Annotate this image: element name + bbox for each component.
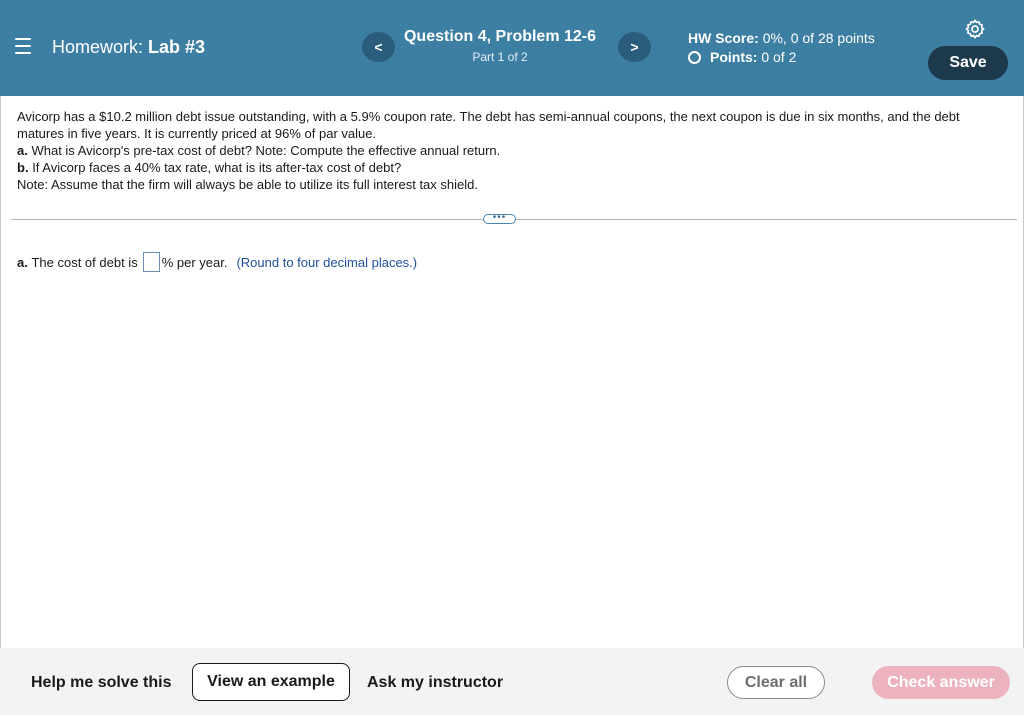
hw-score-value: 0%, 0 of 28 points bbox=[762, 30, 875, 46]
previous-question-button[interactable]: < bbox=[362, 32, 395, 62]
part-a-question: a. What is Avicorp's pre-tax cost of deb… bbox=[17, 142, 1007, 159]
clear-all-button[interactable]: Clear all bbox=[727, 666, 825, 699]
homework-title: Homework: Lab #3 bbox=[52, 37, 205, 58]
menu-icon[interactable] bbox=[15, 38, 31, 54]
points-value: 0 of 2 bbox=[761, 49, 797, 65]
question-info: Question 4, Problem 12-6 Part 1 of 2 bbox=[400, 28, 600, 64]
footer-bar: Help me solve this View an example Ask m… bbox=[0, 648, 1024, 715]
part-a-prefix: a. bbox=[17, 143, 28, 158]
view-example-button[interactable]: View an example bbox=[192, 663, 350, 701]
next-question-button[interactable]: > bbox=[618, 32, 651, 62]
part-b-text: If Avicorp faces a 40% tax rate, what is… bbox=[32, 160, 402, 175]
answer-prefix: a. bbox=[17, 254, 28, 270]
chevron-left-icon: < bbox=[374, 39, 383, 55]
question-title: Question 4, Problem 12-6 bbox=[403, 28, 597, 45]
cost-of-debt-input[interactable] bbox=[142, 252, 160, 272]
header-bar: Homework: Lab #3 < Question 4, Problem 12… bbox=[0, 0, 1024, 96]
menu-line bbox=[15, 52, 31, 54]
answer-text-before: The cost of debt is bbox=[31, 254, 138, 270]
gear-icon[interactable] bbox=[964, 18, 986, 40]
check-answer-button[interactable]: Check answer bbox=[872, 666, 1010, 699]
chevron-right-icon: > bbox=[630, 39, 639, 55]
homework-name: Lab #3 bbox=[148, 37, 206, 57]
ask-instructor-link[interactable]: Ask my instructor bbox=[367, 674, 503, 692]
rounding-hint: (Round to four decimal places.) bbox=[236, 254, 418, 270]
problem-intro: Avicorp has a $10.2 million debt issue o… bbox=[17, 109, 960, 141]
part-a-text: What is Avicorp's pre-tax cost of debt? … bbox=[31, 143, 501, 158]
score-info: HW Score: 0%, 0 of 28 points Points: 0 o… bbox=[688, 30, 875, 65]
expand-more-button[interactable]: ••• bbox=[483, 213, 516, 224]
points-label: Points: bbox=[710, 49, 758, 65]
radio-circle-icon bbox=[688, 50, 701, 64]
part-b-question: b. If Avicorp faces a 40% tax rate, what… bbox=[17, 159, 1007, 176]
hw-score: HW Score: 0%, 0 of 28 points bbox=[688, 30, 875, 46]
homework-label: Homework: bbox=[52, 37, 144, 57]
points: Points: 0 of 2 bbox=[688, 49, 875, 65]
save-button[interactable]: Save bbox=[928, 46, 1008, 80]
problem-note: Note: Assume that the firm will always b… bbox=[17, 177, 478, 192]
help-me-solve-link[interactable]: Help me solve this bbox=[31, 674, 172, 692]
answer-line: a. The cost of debt is % per year. (Roun… bbox=[17, 252, 417, 272]
problem-statement: Avicorp has a $10.2 million debt issue o… bbox=[17, 108, 1007, 193]
menu-line bbox=[15, 38, 31, 40]
answer-text-after: % per year. bbox=[161, 254, 228, 270]
question-part: Part 1 of 2 bbox=[472, 50, 528, 64]
part-b-prefix: b. bbox=[17, 160, 29, 175]
menu-line bbox=[15, 45, 31, 47]
hw-score-label: HW Score: bbox=[688, 30, 759, 46]
